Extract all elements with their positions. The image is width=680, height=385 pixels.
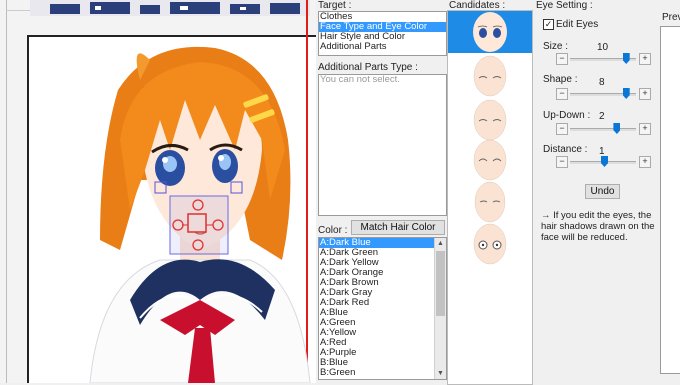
candidates-list[interactable]	[447, 10, 533, 385]
scroll-down-icon[interactable]: ▼	[435, 368, 446, 379]
additional-parts-label: Additional Parts Type :	[318, 62, 418, 73]
face-thumbnail	[473, 139, 507, 181]
character-viewport[interactable]	[0, 0, 316, 383]
target-item-additional-parts[interactable]: Additional Parts	[319, 42, 446, 52]
distance-slider-knob[interactable]	[601, 156, 608, 167]
up-down-label: Up-Down :	[543, 110, 591, 121]
match-hair-color-button[interactable]: Match Hair Color	[351, 220, 445, 235]
candidate-face[interactable]	[448, 181, 532, 223]
up-down-minus-button[interactable]: −	[556, 123, 568, 135]
size-minus-button[interactable]: −	[556, 53, 568, 65]
up-down-value: 2	[599, 111, 605, 122]
size-value: 10	[597, 42, 609, 53]
shape-value: 8	[599, 77, 605, 88]
candidate-face[interactable]	[448, 99, 532, 141]
additional-parts-list[interactable]: You can not select.	[318, 74, 447, 216]
color-items: A:Dark Blue A:Dark Green A:Dark Yellow A…	[319, 238, 446, 378]
eye-setting-label: Eye Setting :	[536, 0, 593, 11]
shape-slider[interactable]: − +	[556, 88, 651, 100]
shape-label: Shape :	[543, 74, 578, 85]
face-thumbnail	[474, 181, 506, 223]
candidate-face[interactable]	[448, 55, 532, 97]
shape-slider-knob[interactable]	[622, 88, 630, 99]
size-slider-knob[interactable]	[622, 53, 630, 64]
distance-plus-button[interactable]: +	[639, 156, 651, 168]
shape-plus-button[interactable]: +	[639, 88, 651, 100]
preview-label: Prev	[662, 12, 680, 23]
additional-parts-placeholder: You can not select.	[320, 74, 400, 85]
distance-label: Distance :	[543, 144, 588, 155]
distance-minus-button[interactable]: −	[556, 156, 568, 168]
slider-track	[570, 128, 636, 131]
candidate-face[interactable]	[448, 223, 532, 265]
color-label: Color :	[318, 225, 348, 236]
face-thumbnail	[473, 55, 507, 97]
up-down-plus-button[interactable]: +	[639, 123, 651, 135]
target-list[interactable]: Clothes Face Type and Eye Color Hair Sty…	[318, 11, 447, 56]
face-thumbnail	[473, 99, 507, 141]
edit-eyes-label: Edit Eyes	[556, 19, 599, 30]
undo-button[interactable]: Undo	[585, 184, 620, 199]
candidate-face[interactable]	[448, 11, 532, 53]
shape-minus-button[interactable]: −	[556, 88, 568, 100]
up-down-slider-knob[interactable]	[613, 123, 621, 134]
eye-edit-note: → If you edit the eyes, the hair shadows…	[541, 210, 655, 243]
up-down-slider[interactable]: − +	[556, 123, 651, 135]
face-thumbnail	[473, 12, 507, 52]
color-item[interactable]: B:Green	[319, 368, 446, 378]
scroll-thumb[interactable]	[436, 251, 445, 316]
color-list[interactable]: A:Dark Blue A:Dark Green A:Dark Yellow A…	[318, 237, 447, 380]
size-slider[interactable]: − +	[556, 53, 651, 65]
preview-pane	[660, 26, 680, 374]
scroll-up-icon[interactable]: ▲	[435, 238, 446, 249]
edit-eyes-checkbox[interactable]: ✓	[543, 19, 554, 30]
size-plus-button[interactable]: +	[639, 53, 651, 65]
target-label: Target :	[318, 0, 352, 11]
distance-slider[interactable]: − +	[556, 156, 651, 168]
candidate-face[interactable]	[448, 139, 532, 181]
color-list-scrollbar[interactable]: ▲ ▼	[434, 238, 446, 379]
anime-character-render	[89, 46, 311, 383]
size-label: Size :	[543, 41, 569, 52]
face-thumbnail	[473, 223, 507, 265]
